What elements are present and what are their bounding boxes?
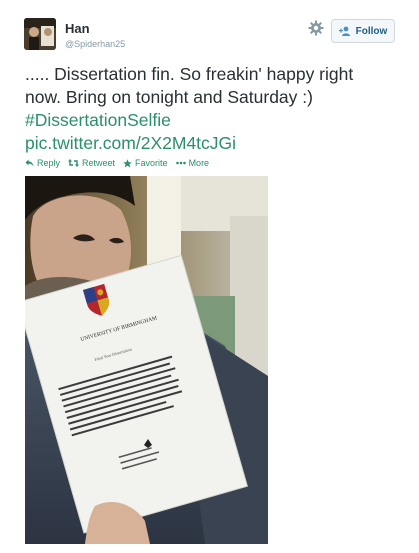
display-name[interactable]: Han: [65, 21, 90, 36]
reply-label: Reply: [37, 158, 61, 168]
tweet-line-1: ..... Dissertation fin. So freakin' happ…: [25, 64, 354, 84]
favorite-label: Favorite: [135, 158, 168, 168]
avatar[interactable]: [24, 18, 56, 50]
reply-button[interactable]: Reply: [25, 158, 60, 168]
user-handle[interactable]: @Spiderhan25: [65, 39, 125, 49]
pic-link[interactable]: pic.twitter.com/2X2M4tcJGi: [25, 132, 405, 155]
more-icon: [175, 161, 186, 165]
retweet-button[interactable]: Retweet: [68, 158, 115, 168]
tweet-actions: Reply Retweet Favorite More: [25, 158, 209, 168]
tweet-line-2: now. Bring on tonight and Saturday :): [25, 87, 313, 107]
follow-button[interactable]: Follow: [331, 19, 395, 43]
favorite-button[interactable]: Favorite: [123, 158, 168, 168]
tweet-text: ..... Dissertation fin. So freakin' happ…: [25, 63, 405, 155]
retweet-label: Retweet: [82, 158, 116, 168]
star-icon: [123, 158, 132, 167]
hashtag-link[interactable]: #DissertationSelfie: [25, 109, 405, 132]
retweet-icon: [68, 159, 80, 167]
follow-label: Follow: [355, 25, 388, 37]
gear-icon[interactable]: [308, 20, 324, 36]
more-label: More: [188, 158, 210, 168]
reply-icon: [25, 159, 34, 167]
tweet-photo[interactable]: UNIVERSITY OF BIRMINGHAM Final Year Diss…: [25, 176, 268, 544]
add-user-icon: [338, 26, 350, 36]
more-button[interactable]: More: [175, 158, 210, 168]
